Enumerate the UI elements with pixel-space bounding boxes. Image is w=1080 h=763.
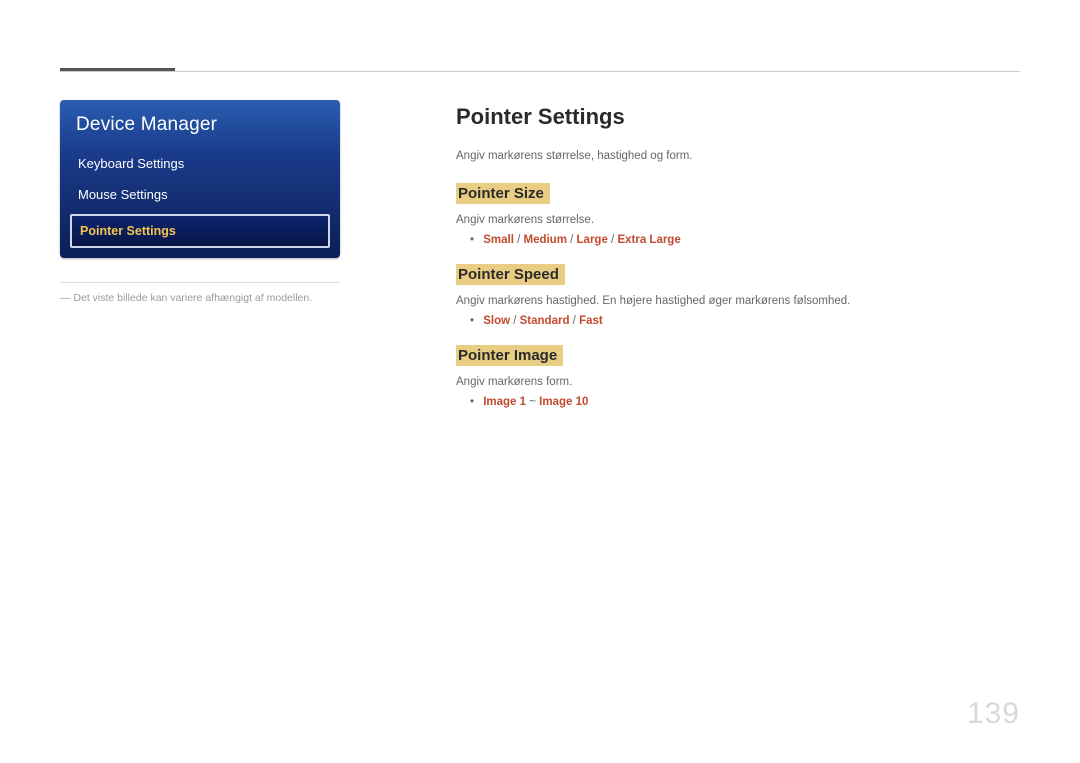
option: Fast: [579, 315, 603, 327]
option: Medium: [523, 234, 566, 246]
desc-pointer-speed: Angiv markørens hastighed. En højere has…: [456, 295, 1016, 307]
heading-pointer-size: Pointer Size: [456, 183, 550, 204]
desc-pointer-size: Angiv markørens størrelse.: [456, 214, 1016, 226]
left-column: Device Manager Keyboard Settings Mouse S…: [60, 100, 340, 306]
content-column: Pointer Settings Angiv markørens størrel…: [456, 104, 1016, 426]
top-rule-thin: [60, 71, 1020, 72]
section-pointer-image: Pointer Image Angiv markørens form. • Im…: [456, 345, 1016, 408]
bullet-dot-icon: •: [470, 396, 480, 408]
heading-pointer-speed: Pointer Speed: [456, 264, 565, 285]
options-pointer-speed: • Slow / Standard / Fast: [470, 315, 1016, 327]
page-title: Pointer Settings: [456, 104, 1016, 130]
panel-item-pointer-settings[interactable]: Pointer Settings: [70, 214, 330, 248]
panel-item-mouse-settings[interactable]: Mouse Settings: [60, 179, 340, 210]
page-intro: Angiv markørens størrelse, hastighed og …: [456, 148, 1016, 165]
page-number: 139: [967, 697, 1020, 731]
options-pointer-size: • Small / Medium / Large / Extra Large: [470, 234, 1016, 246]
device-manager-panel: Device Manager Keyboard Settings Mouse S…: [60, 100, 340, 258]
heading-pointer-image: Pointer Image: [456, 345, 563, 366]
top-rule: [60, 68, 1020, 72]
panel-title: Device Manager: [60, 100, 340, 148]
model-caption: ― Det viste billede kan variere afhængig…: [60, 283, 340, 306]
options-pointer-image: • Image 1 ~ Image 10: [470, 396, 1016, 408]
option: Extra Large: [617, 234, 680, 246]
desc-pointer-image: Angiv markørens form.: [456, 376, 1016, 388]
option: Large: [577, 234, 608, 246]
section-pointer-speed: Pointer Speed Angiv markørens hastighed.…: [456, 264, 1016, 327]
option: Small: [483, 234, 514, 246]
option: Standard: [520, 315, 570, 327]
bullet-dot-icon: •: [470, 315, 480, 327]
option: Slow: [483, 315, 510, 327]
panel-item-keyboard-settings[interactable]: Keyboard Settings: [60, 148, 340, 179]
option: Image 1: [483, 396, 526, 408]
bullet-dot-icon: •: [470, 234, 480, 246]
option: Image 10: [539, 396, 588, 408]
section-pointer-size: Pointer Size Angiv markørens størrelse. …: [456, 183, 1016, 246]
